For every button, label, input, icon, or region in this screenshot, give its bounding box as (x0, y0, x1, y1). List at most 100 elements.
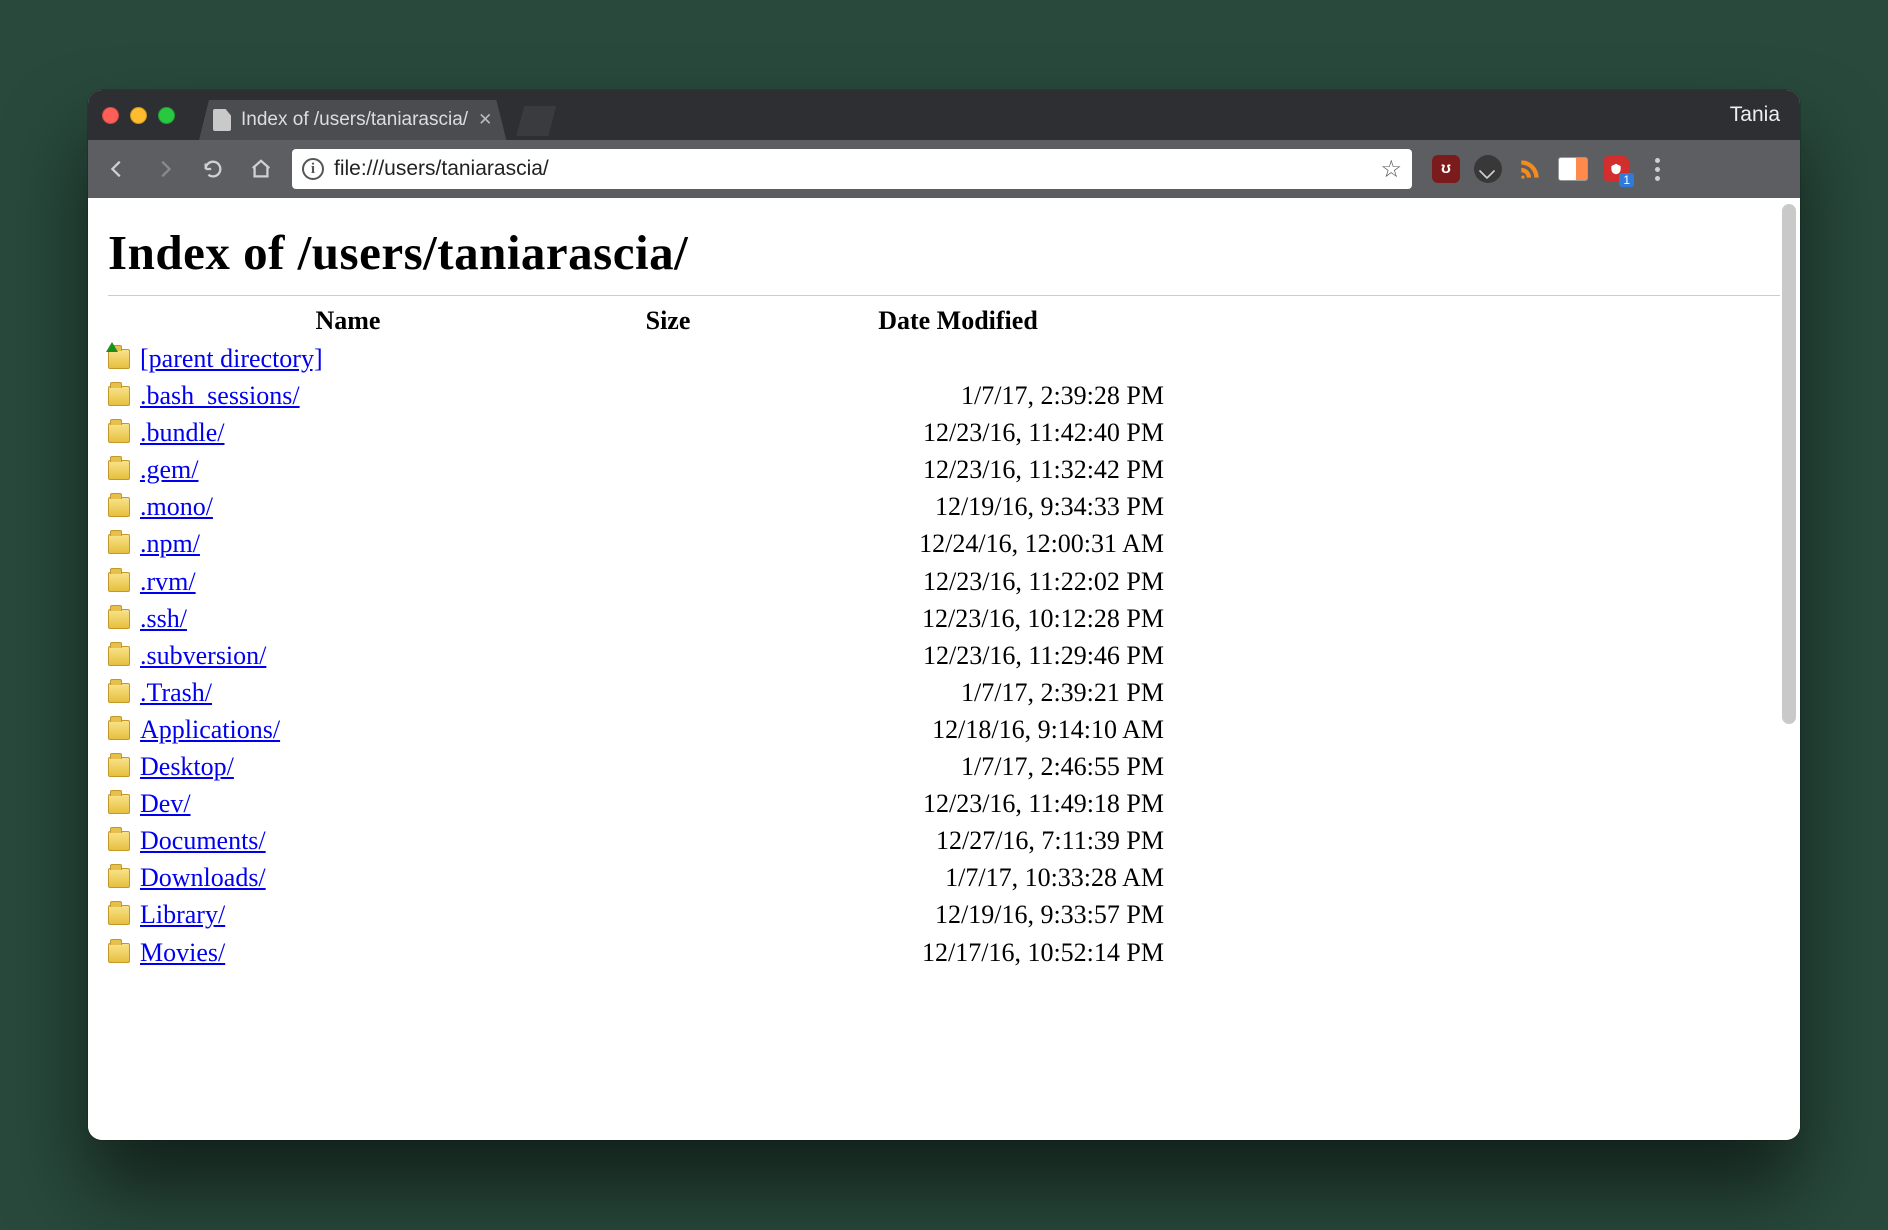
table-row: .Trash/1/7/17, 2:39:21 PM (108, 674, 1168, 711)
directory-link[interactable]: Downloads/ (140, 863, 266, 892)
date-cell: 12/23/16, 11:42:40 PM (748, 414, 1168, 451)
up-folder-icon (108, 349, 130, 369)
new-tab-button[interactable] (516, 106, 556, 136)
directory-link[interactable]: .npm/ (140, 529, 200, 558)
window-minimize-button[interactable] (130, 107, 147, 124)
window-close-button[interactable] (102, 107, 119, 124)
table-row: Downloads/1/7/17, 10:33:28 AM (108, 859, 1168, 896)
folder-icon (108, 831, 130, 851)
table-row: .bash_sessions/1/7/17, 2:39:28 PM (108, 377, 1168, 414)
address-bar[interactable]: i ☆ (292, 149, 1412, 189)
reload-button[interactable] (196, 152, 230, 186)
size-cell (588, 785, 748, 822)
folder-icon (108, 720, 130, 740)
table-row: .gem/12/23/16, 11:32:42 PM (108, 451, 1168, 488)
date-cell: 1/7/17, 2:39:28 PM (748, 377, 1168, 414)
divider (108, 295, 1780, 296)
table-header-row: Name Size Date Modified (108, 300, 1168, 340)
directory-link[interactable]: .rvm/ (140, 567, 196, 596)
date-cell: 12/19/16, 9:33:57 PM (748, 896, 1168, 933)
back-button[interactable] (100, 152, 134, 186)
tab-strip: Index of /users/taniarascia/ ✕ Tania (88, 90, 1800, 140)
home-button[interactable] (244, 152, 278, 186)
table-row: .rvm/12/23/16, 11:22:02 PM (108, 563, 1168, 600)
column-header-size[interactable]: Size (588, 300, 748, 340)
column-header-date[interactable]: Date Modified (748, 300, 1168, 340)
folder-icon (108, 905, 130, 925)
directory-link[interactable]: Dev/ (140, 789, 191, 818)
tab-close-button[interactable]: ✕ (478, 110, 492, 130)
browser-tab[interactable]: Index of /users/taniarascia/ ✕ (199, 100, 506, 140)
directory-link[interactable]: .mono/ (140, 492, 213, 521)
directory-link[interactable]: .bundle/ (140, 418, 225, 447)
page-title: Index of /users/taniarascia/ (108, 224, 1780, 281)
date-cell: 12/23/16, 10:12:28 PM (748, 600, 1168, 637)
extension-rss-icon[interactable] (1516, 155, 1544, 183)
directory-link[interactable]: .bash_sessions/ (140, 381, 300, 410)
directory-link[interactable]: Library/ (140, 900, 225, 929)
forward-button[interactable] (148, 152, 182, 186)
directory-link[interactable]: Documents/ (140, 826, 266, 855)
site-info-icon[interactable]: i (302, 158, 324, 180)
directory-link[interactable]: Applications/ (140, 715, 280, 744)
directory-link[interactable]: Movies/ (140, 938, 225, 967)
folder-icon (108, 497, 130, 517)
size-cell (588, 674, 748, 711)
table-row: .ssh/12/23/16, 10:12:28 PM (108, 600, 1168, 637)
extension-ublock-icon[interactable] (1432, 155, 1460, 183)
extension-lastpass-icon[interactable]: 1 (1602, 155, 1630, 183)
extensions: 1 (1432, 155, 1670, 183)
size-cell (588, 637, 748, 674)
profile-name[interactable]: Tania (1730, 90, 1780, 140)
table-row: Documents/12/27/16, 7:11:39 PM (108, 822, 1168, 859)
directory-listing-page: Index of /users/taniarascia/ Name Size D… (88, 198, 1800, 1140)
size-cell (588, 488, 748, 525)
browser-window: Index of /users/taniarascia/ ✕ Tania i ☆ (88, 90, 1800, 1140)
size-cell (588, 859, 748, 896)
date-cell: 12/23/16, 11:32:42 PM (748, 451, 1168, 488)
directory-link[interactable]: .ssh/ (140, 604, 187, 633)
url-input[interactable] (334, 157, 1370, 181)
table-row: Movies/12/17/16, 10:52:14 PM (108, 934, 1168, 971)
folder-icon (108, 534, 130, 554)
date-cell: 12/23/16, 11:29:46 PM (748, 637, 1168, 674)
extension-notes-icon[interactable] (1558, 157, 1588, 181)
table-row: Applications/12/18/16, 9:14:10 AM (108, 711, 1168, 748)
folder-icon (108, 757, 130, 777)
size-cell (588, 525, 748, 562)
size-cell (588, 748, 748, 785)
date-cell: 1/7/17, 2:46:55 PM (748, 748, 1168, 785)
table-row: .bundle/12/23/16, 11:42:40 PM (108, 414, 1168, 451)
directory-link[interactable]: .Trash/ (140, 678, 212, 707)
directory-link[interactable]: Desktop/ (140, 752, 234, 781)
window-controls (102, 107, 175, 124)
browser-menu-button[interactable] (1644, 158, 1670, 181)
directory-link[interactable]: .subversion/ (140, 641, 266, 670)
date-cell: 12/24/16, 12:00:31 AM (748, 525, 1168, 562)
date-cell: 12/19/16, 9:34:33 PM (748, 488, 1168, 525)
folder-icon (108, 423, 130, 443)
size-cell (588, 451, 748, 488)
directory-link[interactable]: .gem/ (140, 455, 199, 484)
extension-badge: 1 (1619, 173, 1634, 187)
bookmark-star-icon[interactable]: ☆ (1380, 155, 1402, 184)
table-row: .subversion/12/23/16, 11:29:46 PM (108, 637, 1168, 674)
scrollbar[interactable] (1782, 204, 1796, 724)
folder-icon (108, 794, 130, 814)
date-cell: 12/18/16, 9:14:10 AM (748, 711, 1168, 748)
size-cell (588, 711, 748, 748)
extension-pocket-icon[interactable] (1474, 155, 1502, 183)
date-cell: 1/7/17, 10:33:28 AM (748, 859, 1168, 896)
folder-icon (108, 646, 130, 666)
window-zoom-button[interactable] (158, 107, 175, 124)
date-cell: 12/27/16, 7:11:39 PM (748, 822, 1168, 859)
folder-icon (108, 460, 130, 480)
size-cell (588, 563, 748, 600)
parent-directory-row: [parent directory] (108, 340, 1168, 377)
size-cell (588, 934, 748, 971)
parent-directory-link[interactable]: [parent directory] (140, 344, 323, 373)
size-cell (588, 822, 748, 859)
table-row: Dev/12/23/16, 11:49:18 PM (108, 785, 1168, 822)
column-header-name[interactable]: Name (108, 300, 588, 340)
date-cell: 1/7/17, 2:39:21 PM (748, 674, 1168, 711)
